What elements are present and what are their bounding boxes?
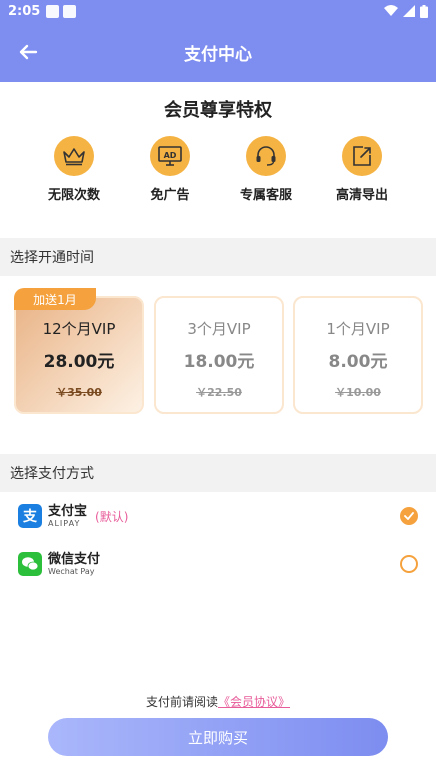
- plan-name: 12个月VIP: [42, 320, 116, 338]
- svg-text:AD: AD: [164, 151, 177, 160]
- arrow-left-icon: [19, 44, 38, 60]
- back-button[interactable]: [14, 38, 42, 66]
- wechat-pay-icon: [18, 552, 42, 576]
- plan-original-price: ￥35.00: [56, 386, 102, 399]
- privilege-customer-service: 专属客服: [226, 136, 306, 203]
- privileges-list: 无限次数 AD 免广告 专属客服 高清导出: [0, 136, 436, 203]
- ad-icon: AD: [150, 136, 190, 176]
- plan-card-12-month[interactable]: 加送1月 12个月VIP 28.00元 ￥35.00: [14, 288, 144, 414]
- battery-icon: [420, 4, 428, 18]
- plan-card-1-month[interactable]: 1个月VIP 8.00元 ￥10.00: [293, 296, 423, 414]
- payment-subname: Wechat Pay: [48, 566, 95, 576]
- payment-subname: ALIPAY: [48, 518, 81, 528]
- crown-icon: [54, 136, 94, 176]
- privilege-hd-export: 高清导出: [322, 136, 402, 203]
- payment-option-wechat[interactable]: 微信支付 Wechat Pay: [0, 542, 436, 586]
- plan-price: 18.00元: [183, 352, 255, 372]
- app-header: 支付中心: [0, 22, 436, 82]
- plan-section-title: 选择开通时间: [10, 250, 94, 266]
- privilege-label: 免广告: [150, 188, 190, 203]
- check-icon: [404, 512, 414, 520]
- privilege-label: 高清导出: [335, 188, 388, 203]
- agreement-text: 支付前请阅读《会员协议》: [0, 693, 436, 710]
- privilege-no-ads: AD 免广告: [130, 136, 210, 203]
- payment-section-header: 选择支付方式: [0, 454, 436, 492]
- export-icon: [342, 136, 382, 176]
- headset-icon: [246, 136, 286, 176]
- plan-price: 8.00元: [328, 352, 388, 372]
- signal-icon: [403, 5, 415, 17]
- payment-radio-checked[interactable]: [400, 507, 418, 525]
- agreement-prefix: 支付前请阅读: [145, 695, 218, 709]
- page-title: 支付中心: [184, 44, 252, 65]
- status-time: 2:05: [8, 3, 41, 19]
- plan-list: 加送1月 12个月VIP 28.00元 ￥35.00 3个月VIP 18.00元…: [14, 288, 424, 416]
- payment-radio-unchecked[interactable]: [400, 555, 418, 573]
- buy-now-button[interactable]: 立即购买: [48, 718, 388, 756]
- payment-option-alipay[interactable]: 支 支付宝 ALIPAY (默认): [0, 494, 436, 538]
- payment-name: 支付宝: [48, 503, 88, 519]
- plan-original-price: ￥10.00: [335, 386, 381, 399]
- plan-name: 1个月VIP: [326, 320, 390, 338]
- privilege-label: 无限次数: [47, 188, 100, 203]
- alipay-icon: 支: [18, 504, 42, 528]
- payment-section-title: 选择支付方式: [10, 466, 94, 482]
- plan-original-price: ￥22.50: [196, 386, 242, 399]
- default-tag: (默认): [95, 509, 129, 524]
- payment-name-group: 微信支付 Wechat Pay: [48, 553, 100, 576]
- privilege-label: 专属客服: [239, 188, 292, 203]
- bonus-badge: 加送1月: [14, 288, 96, 310]
- lock-icon: [63, 4, 77, 18]
- privileges-title: 会员尊享特权: [164, 100, 272, 121]
- privilege-unlimited: 无限次数: [34, 136, 114, 203]
- notification-icon: [46, 4, 60, 18]
- plan-card-3-month[interactable]: 3个月VIP 18.00元 ￥22.50: [154, 296, 284, 414]
- plan-price: 28.00元: [43, 352, 115, 372]
- payment-name-group: 支付宝 ALIPAY: [48, 505, 87, 528]
- plan-name: 3个月VIP: [187, 320, 251, 338]
- wifi-icon: [384, 5, 398, 16]
- status-bar: 2:05: [0, 0, 436, 22]
- payment-name: 微信支付: [48, 551, 101, 567]
- agreement-link[interactable]: 《会员协议》: [218, 695, 290, 709]
- plan-section-header: 选择开通时间: [0, 238, 436, 276]
